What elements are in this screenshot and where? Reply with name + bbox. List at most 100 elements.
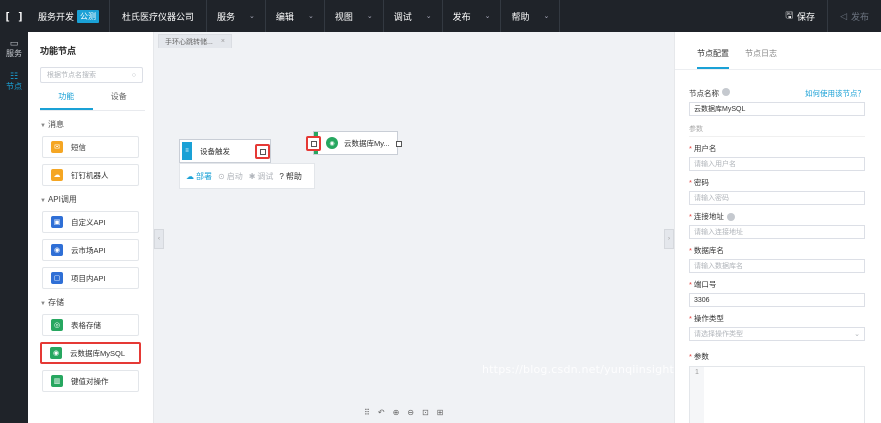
canvas-tab[interactable]: 手环心跳转储... ×: [158, 34, 232, 48]
node-name-input[interactable]: 云数据库MySQL: [689, 102, 865, 116]
chevron-down-icon: ⌄: [366, 13, 373, 20]
output-port[interactable]: [396, 141, 402, 147]
connection-url-input[interactable]: 请输入连接地址: [689, 225, 865, 239]
top-bar: [ ] 服务开发 公测 杜氏医疗仪器公司 服务 ⌄ 编辑 ⌄ 视图 ⌄ 调试 ⌄ 发布 ⌄…: [0, 0, 881, 32]
close-icon[interactable]: ×: [221, 38, 225, 45]
rail-label: 服务: [6, 49, 22, 58]
document-icon: ▭: [9, 38, 19, 48]
menu-service[interactable]: 服务 ⌄: [206, 0, 265, 32]
node-tabs: 功能 设备: [40, 91, 145, 111]
tab-node-log[interactable]: 节点日志: [745, 48, 777, 69]
input-port[interactable]: [306, 136, 321, 151]
tab-device[interactable]: 设备: [93, 91, 146, 110]
rail-item-node[interactable]: ☷ 节点: [0, 65, 28, 98]
collapse-right-handle[interactable]: ›: [664, 229, 674, 249]
menu-debug[interactable]: 调试 ⌄: [382, 0, 442, 32]
save-button[interactable]: 🖫 保存: [773, 0, 827, 32]
node-item-label: 表格存储: [71, 320, 101, 330]
group-api[interactable]: ▼ API调用: [28, 186, 153, 205]
beta-badge: 公测: [77, 9, 100, 23]
menu-bar: 服务 ⌄ 编辑 ⌄ 视图 ⌄ 调试 ⌄ 发布 ⌄ 帮助 ⌄: [206, 0, 561, 32]
help-icon[interactable]: [722, 88, 730, 96]
group-storage[interactable]: ▼ 存储: [28, 289, 153, 308]
database-name-input[interactable]: 请输入数据库名: [689, 259, 865, 273]
args-code-editor[interactable]: 1: [689, 366, 865, 423]
config-tabs: 节点配置 节点日志: [675, 32, 881, 70]
password-input[interactable]: 请输入密码: [689, 191, 865, 205]
node-item-project-api[interactable]: ▢ 项目内API: [42, 267, 139, 289]
node-item-label: 云数据库MySQL: [70, 348, 126, 358]
chevron-down-icon: ⌄: [854, 331, 860, 338]
tab-function[interactable]: 功能: [40, 91, 93, 110]
node-item-kv[interactable]: ▥ 键值对操作: [42, 370, 139, 392]
label-text: 节点名称: [689, 89, 719, 98]
port-input[interactable]: 3306: [689, 293, 865, 307]
node-icon: ☷: [9, 71, 19, 81]
menu-view[interactable]: 视图 ⌄: [323, 0, 383, 32]
deploy-button[interactable]: ☁ 部署: [186, 171, 212, 182]
code-text-area[interactable]: [704, 367, 864, 423]
device-trigger-icon: ≡: [182, 142, 192, 160]
send-icon: ◁: [840, 10, 847, 21]
rail-item-service[interactable]: ▭ 服务: [0, 32, 28, 65]
node-item-label: 短信: [71, 142, 86, 152]
drag-handle-icon[interactable]: ⠿: [364, 408, 370, 417]
node-label: 设备触发: [200, 146, 230, 156]
op-type-select[interactable]: 请选择操作类型 ⌄: [689, 327, 865, 341]
node-item-market-api[interactable]: ◉ 云市场API: [42, 239, 139, 261]
group-label: API调用: [47, 195, 77, 204]
node-search-input[interactable]: 根据节点名搜索 ○: [40, 67, 143, 83]
required-mark: *: [689, 246, 692, 255]
node-name-label: 节点名称: [689, 88, 730, 99]
help-icon[interactable]: [726, 212, 735, 221]
chevron-down-icon: ⌄: [543, 13, 550, 20]
bug-icon: ✱: [248, 171, 256, 181]
menu-label: 发布: [452, 11, 471, 22]
args-label: * 参数: [689, 351, 865, 362]
node-mysql[interactable]: ◉ 云数据库My...: [306, 131, 402, 155]
menu-label: 调试: [393, 11, 412, 22]
required-mark: *: [689, 144, 692, 153]
layout-icon[interactable]: ⊞: [437, 408, 444, 417]
app-logo-icon[interactable]: [ ]: [0, 0, 28, 32]
menu-help[interactable]: 帮助 ⌄: [500, 0, 559, 32]
node-item-sms[interactable]: ✉ 短信: [42, 136, 139, 158]
node-item-custom-api[interactable]: ▣ 自定义API: [42, 211, 139, 233]
help-button[interactable]: ? 帮助: [279, 171, 301, 182]
port-handle[interactable]: [310, 140, 317, 147]
node-device-trigger[interactable]: ≡ 设备触发: [179, 139, 271, 163]
collapse-left-handle[interactable]: ‹: [154, 229, 164, 249]
required-mark: *: [689, 280, 692, 289]
robot-icon: ☁: [51, 169, 63, 181]
zoom-in-icon[interactable]: ⊕: [393, 408, 400, 417]
username-label: * 用户名: [689, 143, 865, 154]
zoom-out-icon[interactable]: ⊖: [407, 408, 414, 417]
start-button[interactable]: ⊙ 启动: [218, 171, 243, 182]
node-item-dingtalk-bot[interactable]: ☁ 钉钉机器人: [42, 164, 139, 186]
debug-button[interactable]: ✱ 调试: [249, 171, 274, 182]
how-to-use-link[interactable]: 如何使用该节点？: [805, 88, 865, 99]
username-input[interactable]: 请输入用户名: [689, 157, 865, 171]
publish-button[interactable]: ◁ 发布: [827, 0, 881, 32]
chevron-down-icon: ⌄: [307, 13, 314, 20]
canvas-tab-label: 手环心跳转储...: [165, 38, 213, 46]
database-icon: ◉: [326, 137, 338, 149]
group-message[interactable]: ▼ 消息: [28, 111, 153, 130]
node-item-label: 键值对操作: [71, 376, 109, 386]
node-item-table-storage[interactable]: ◎ 表格存储: [42, 314, 139, 336]
api-icon: ▣: [51, 216, 63, 228]
database-name-label: * 数据库名: [689, 245, 865, 256]
company-name[interactable]: 杜氏医疗仪器公司: [109, 0, 206, 32]
rail-label: 节点: [6, 82, 22, 91]
node-item-mysql[interactable]: ◉ 云数据库MySQL: [40, 342, 141, 364]
fit-screen-icon[interactable]: ⊡: [422, 408, 429, 417]
label-text: 参数: [693, 352, 709, 361]
undo-icon[interactable]: ↶: [378, 408, 385, 417]
menu-edit[interactable]: 编辑 ⌄: [264, 0, 324, 32]
chevron-down-icon: ⌄: [484, 13, 491, 20]
tab-node-config[interactable]: 节点配置: [697, 48, 729, 69]
menu-publish[interactable]: 发布 ⌄: [441, 0, 501, 32]
output-port[interactable]: [255, 144, 270, 159]
port-handle[interactable]: [259, 148, 266, 155]
help-label: 帮助: [285, 171, 302, 181]
